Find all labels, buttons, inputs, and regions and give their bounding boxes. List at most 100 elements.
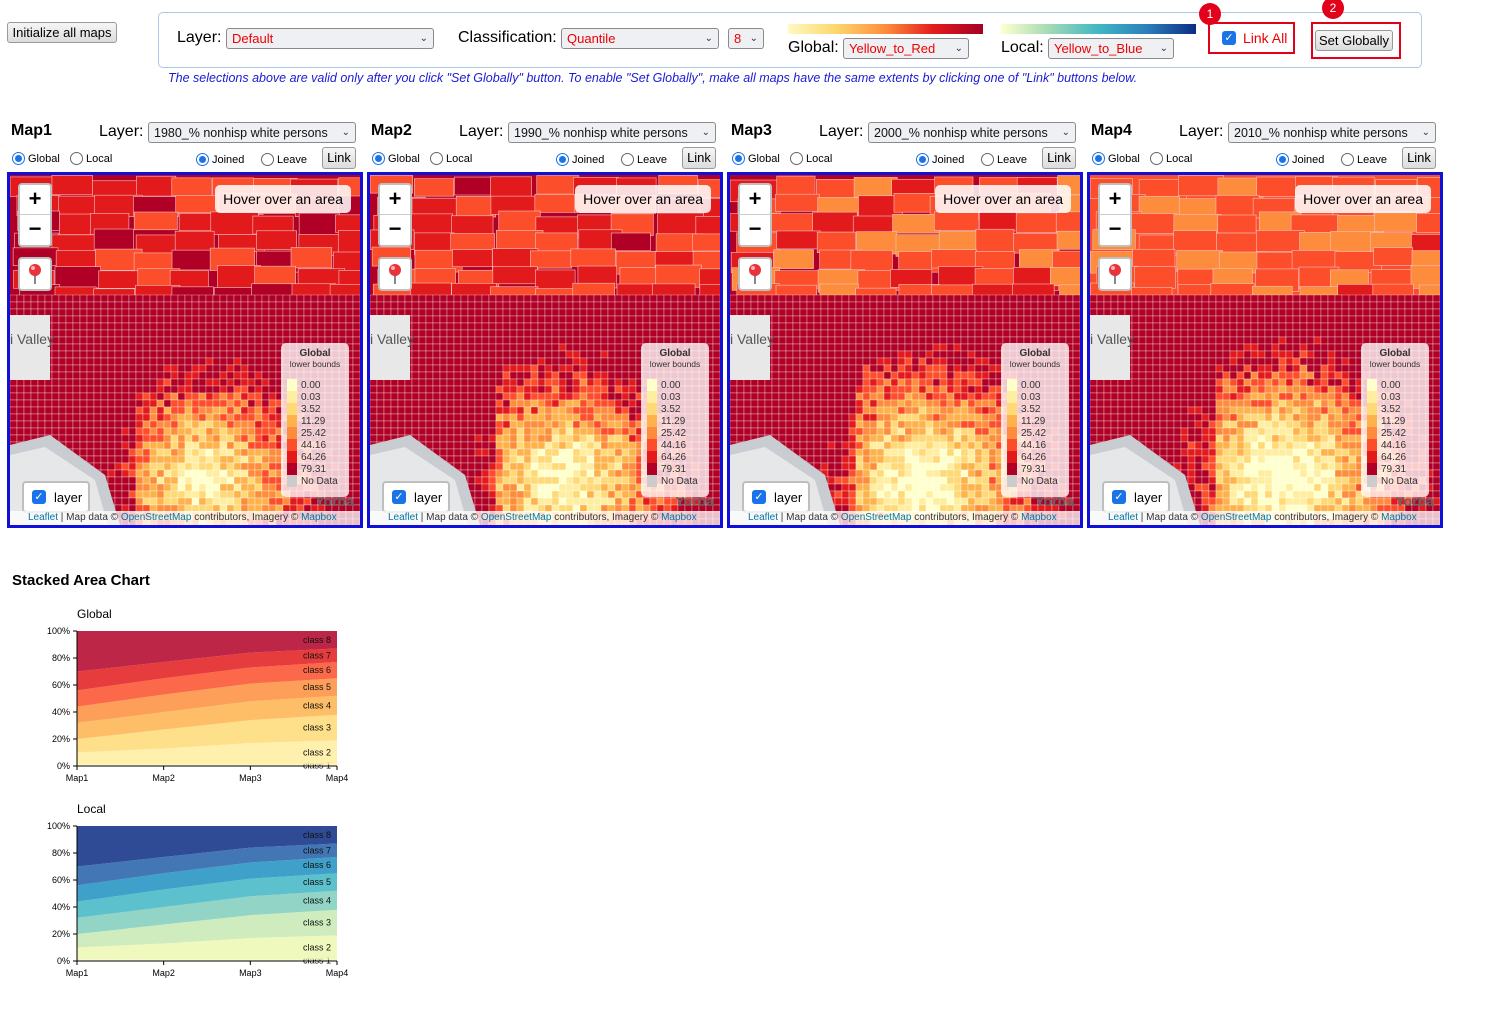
link-all-checkbox[interactable]: ✓ Link All xyxy=(1208,22,1295,54)
census-tract xyxy=(86,441,95,450)
zoom-out-button[interactable]: − xyxy=(20,215,50,245)
census-tract xyxy=(960,385,969,394)
census-tract xyxy=(177,462,186,471)
census-tract xyxy=(114,420,123,429)
census-tract xyxy=(51,357,60,366)
census-tract xyxy=(296,315,305,324)
census-tract xyxy=(432,308,441,317)
census-tract xyxy=(439,441,448,450)
census-tract xyxy=(324,308,333,317)
zoom-in-button[interactable]: + xyxy=(20,185,50,215)
zoom-in-button[interactable]: + xyxy=(380,185,410,215)
census-tract xyxy=(10,385,18,394)
census-tract xyxy=(897,308,906,317)
census-tract xyxy=(946,315,955,324)
census-tract xyxy=(100,413,109,422)
map-layer-select[interactable]: 1980_% nonhisp white persons ⌄ xyxy=(148,122,356,143)
census-tract xyxy=(642,322,651,331)
census-tract xyxy=(58,195,100,216)
radio-global[interactable]: Global xyxy=(372,150,420,166)
attribution-mapbox-link[interactable]: Mapbox xyxy=(661,512,697,523)
census-tract xyxy=(537,385,546,394)
census-tract xyxy=(1002,294,1011,303)
classification-select[interactable]: Quantile ⌄ xyxy=(561,28,719,49)
census-tract xyxy=(254,441,263,450)
attribution-leaflet-link[interactable]: Leaflet xyxy=(28,512,58,523)
census-tract xyxy=(628,294,637,303)
census-tract xyxy=(425,343,434,352)
map-view[interactable]: i Valley Yorba + − Hover over an area Gl… xyxy=(727,172,1083,528)
census-tract xyxy=(51,350,60,359)
map-layer-select[interactable]: 2000_% nonhisp white persons ⌄ xyxy=(868,122,1076,143)
map-view[interactable]: i Valley Yorba + − Hover over an area Gl… xyxy=(7,172,363,528)
census-tract xyxy=(799,392,808,401)
census-tract xyxy=(953,448,962,457)
radio-joined[interactable]: Joined xyxy=(196,151,244,167)
census-tract xyxy=(1002,329,1011,338)
radio-joined[interactable]: Joined xyxy=(916,151,964,167)
radio-local[interactable]: Local xyxy=(70,150,112,166)
radio-leave[interactable]: Leave xyxy=(621,151,667,167)
radio-leave[interactable]: Leave xyxy=(261,151,307,167)
census-tract xyxy=(219,399,228,408)
census-tract xyxy=(523,301,532,310)
radio-joined[interactable]: Joined xyxy=(556,151,604,167)
census-tract xyxy=(383,427,392,436)
class-count-select[interactable]: 8 ⌄ xyxy=(728,28,764,49)
census-tract xyxy=(142,490,151,499)
census-tract xyxy=(565,357,574,366)
link-button[interactable]: Link xyxy=(682,147,716,169)
census-tract xyxy=(792,294,801,303)
census-tract xyxy=(30,392,39,401)
census-tract xyxy=(946,448,955,457)
attribution-mapbox-link[interactable]: Mapbox xyxy=(301,512,337,523)
census-tract xyxy=(897,364,906,373)
initialize-all-maps-button[interactable]: Initialize all maps xyxy=(7,22,117,43)
radio-local[interactable]: Local xyxy=(430,150,472,166)
global-palette-select[interactable]: Yellow_to_Red ⌄ xyxy=(843,38,969,59)
locate-button[interactable] xyxy=(378,257,412,291)
census-tract xyxy=(855,420,864,429)
map-view[interactable]: i Valley Yorba + − Hover over an area Gl… xyxy=(367,172,723,528)
census-tract xyxy=(16,294,25,303)
census-tract xyxy=(474,476,483,485)
census-tract xyxy=(170,420,179,429)
census-tract xyxy=(30,301,39,310)
census-tract xyxy=(338,315,347,324)
census-tract xyxy=(841,406,850,415)
census-tract xyxy=(254,315,263,324)
set-globally-button[interactable]: Set Globally xyxy=(1315,30,1393,51)
map-layer-select[interactable]: 1990_% nonhisp white persons ⌄ xyxy=(508,122,716,143)
link-button[interactable]: Link xyxy=(322,147,356,169)
census-tract xyxy=(86,315,95,324)
attribution-osm-link[interactable]: OpenStreetMap xyxy=(121,512,192,523)
layer-toggle[interactable]: ✓ layer xyxy=(22,481,90,513)
census-tract xyxy=(114,378,123,387)
radio-leave[interactable]: Leave xyxy=(981,151,1027,167)
census-tract xyxy=(432,329,441,338)
census-tract xyxy=(86,455,95,464)
census-tract xyxy=(191,357,200,366)
classification-select-value: Quantile xyxy=(567,31,616,46)
attribution-osm-link[interactable]: OpenStreetMap xyxy=(481,512,552,523)
layer-select[interactable]: Default ⌄ xyxy=(226,28,434,49)
census-tract xyxy=(247,469,256,478)
radio-global[interactable]: Global xyxy=(12,150,60,166)
census-tract xyxy=(572,427,581,436)
census-tract xyxy=(869,455,878,464)
radio-local[interactable]: Local xyxy=(790,150,832,166)
census-tract xyxy=(827,434,836,443)
link-button[interactable]: Link xyxy=(1042,147,1076,169)
attribution-leaflet-link[interactable]: Leaflet xyxy=(388,512,418,523)
locate-button[interactable] xyxy=(18,257,52,291)
census-tract xyxy=(226,399,235,408)
zoom-out-button[interactable]: − xyxy=(380,215,410,245)
census-tract xyxy=(904,364,913,373)
local-palette-select[interactable]: Yellow_to_Blue ⌄ xyxy=(1048,38,1174,59)
census-tract xyxy=(460,315,469,324)
layer-toggle[interactable]: ✓ layer xyxy=(382,481,450,513)
radio-global[interactable]: Global xyxy=(732,150,780,166)
legend-label: 0.00 xyxy=(661,379,681,391)
census-tract xyxy=(247,385,256,394)
census-tract xyxy=(537,469,546,478)
